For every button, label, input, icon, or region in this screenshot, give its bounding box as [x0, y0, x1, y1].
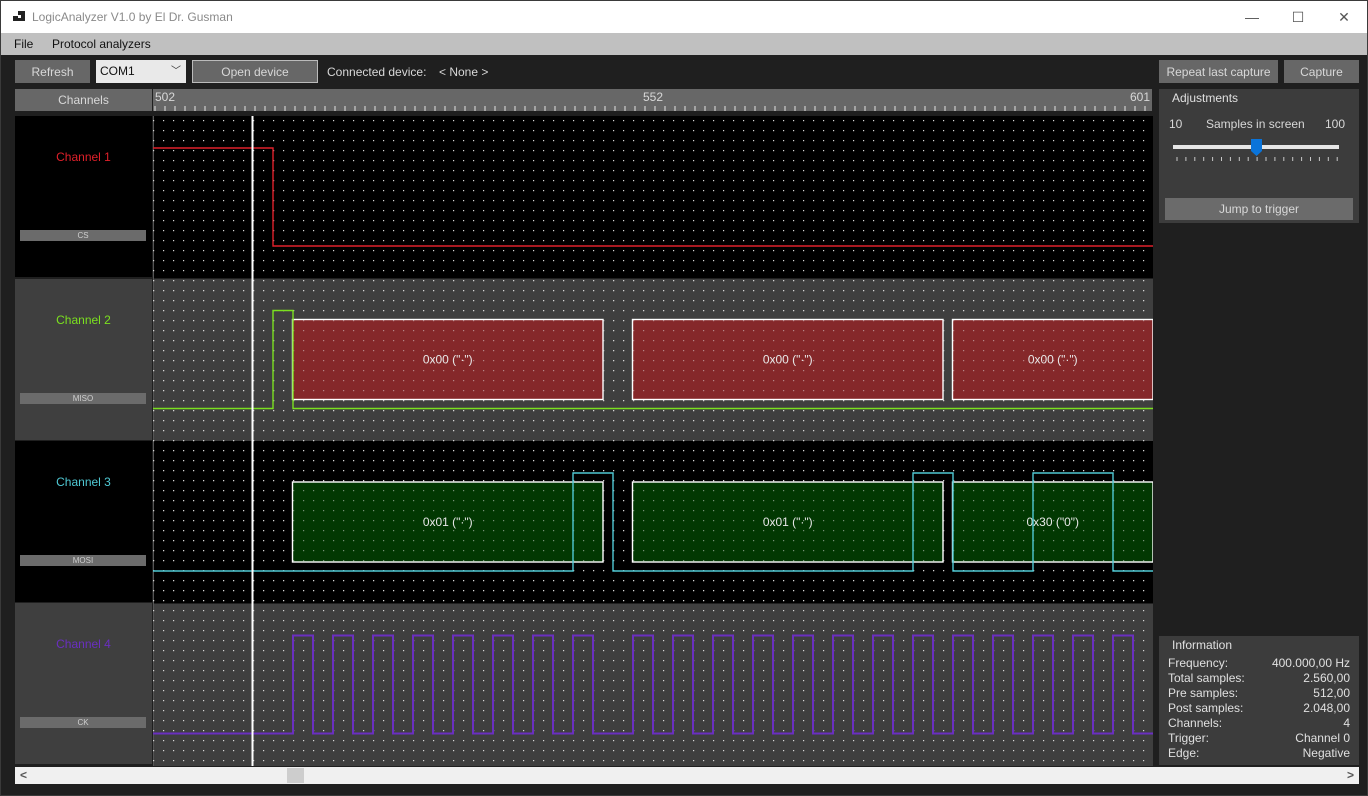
title-bar: LogicAnalyzer V1.0 by El Dr. Gusman — ☐ …	[1, 1, 1367, 33]
info-row-channels: Channels: 4	[1168, 716, 1350, 731]
info-row-edge: Edge: Negative	[1168, 746, 1350, 761]
menu-bar: File Protocol analyzers	[1, 33, 1367, 55]
window-title: LogicAnalyzer V1.0 by El Dr. Gusman	[32, 10, 233, 24]
miso-frame-label: 0x00 ("·")	[423, 353, 473, 367]
info-value: 400.000,00 Hz	[1271, 656, 1350, 670]
slider-ticks	[1176, 157, 1338, 161]
information-panel: Information Frequency: 400.000,00 Hz Tot…	[1159, 636, 1359, 765]
info-value: 4	[1343, 716, 1350, 730]
channel-tag[interactable]: MISO	[20, 393, 146, 404]
channel-label-3[interactable]: Channel 3 MOSI	[15, 441, 152, 602]
channel-tag[interactable]: MOSI	[20, 555, 146, 566]
refresh-button[interactable]: Refresh	[15, 60, 90, 83]
slider-min-label: 10	[1169, 117, 1183, 131]
info-key: Pre samples:	[1168, 686, 1239, 700]
channel-label-2[interactable]: Channel 2 MISO	[15, 279, 152, 440]
ruler-label-end: 601	[1129, 90, 1150, 104]
info-value: 2.560,00	[1303, 671, 1350, 685]
channel-name: Channel 2	[56, 313, 111, 327]
info-value: 2.048,00	[1303, 701, 1350, 715]
info-key: Edge:	[1168, 746, 1200, 760]
samples-slider-thumb[interactable]	[1250, 139, 1262, 156]
scroll-right-icon[interactable]: >	[1347, 767, 1354, 784]
horizontal-scrollbar[interactable]: < >	[15, 767, 1359, 784]
jump-to-trigger-button[interactable]: Jump to trigger	[1165, 198, 1353, 220]
minimize-icon: —	[1245, 9, 1259, 25]
mosi-frame-label: 0x30 ("0")	[1026, 515, 1079, 529]
ruler-label-start: 502	[155, 90, 176, 104]
info-row-frequency: Frequency: 400.000,00 Hz	[1168, 656, 1350, 671]
repeat-last-capture-button[interactable]: Repeat last capture	[1159, 60, 1278, 83]
info-row-pre-samples: Pre samples: 512,00	[1168, 686, 1350, 701]
waveform-canvas[interactable]: 0x00 ("·") 0x00 ("·") 0x00 ("·") 0x01 ("·")…	[153, 116, 1153, 766]
open-device-button[interactable]: Open device	[192, 60, 318, 83]
slider-max-label: 100	[1325, 117, 1346, 131]
miso-frame-label: 0x00 ("·")	[763, 353, 813, 367]
menu-protocol-analyzers[interactable]: Protocol analyzers	[52, 37, 151, 51]
scrollbar-thumb[interactable]	[287, 768, 304, 783]
info-value: Channel 0	[1295, 731, 1350, 745]
port-select-value: COM1	[100, 64, 135, 78]
info-key: Channels:	[1168, 716, 1223, 730]
chevron-down-icon: ﹀	[171, 66, 181, 77]
channels-header: Channels	[15, 89, 152, 111]
scroll-left-icon[interactable]: <	[20, 767, 27, 784]
minimize-button[interactable]: —	[1229, 1, 1275, 33]
info-row-post-samples: Post samples: 2.048,00	[1168, 701, 1350, 716]
app-icon	[13, 11, 25, 21]
info-row-trigger: Trigger: Channel 0	[1168, 731, 1350, 746]
adjustments-title: Adjustments	[1172, 91, 1239, 105]
close-button[interactable]: ✕	[1321, 1, 1367, 33]
channel-label-1[interactable]: Channel 1 CS	[15, 116, 152, 277]
info-key: Post samples:	[1168, 701, 1244, 715]
sample-ruler: 502 552 601	[153, 89, 1152, 111]
channel-tag[interactable]: CS	[20, 230, 146, 241]
adjustments-panel: Adjustments 10 Samples in screen 100 Jum…	[1159, 89, 1359, 223]
capture-button[interactable]: Capture	[1284, 60, 1359, 83]
channel-name: Channel 4	[56, 637, 111, 651]
channel-label-4[interactable]: Channel 4 CK	[15, 603, 152, 764]
ruler-ticks	[154, 106, 1146, 111]
info-value: 512,00	[1313, 686, 1350, 700]
channel-name: Channel 1	[56, 150, 111, 164]
mosi-frame-label: 0x01 ("·")	[423, 515, 473, 529]
ruler-label-mid: 552	[643, 90, 664, 104]
slider-label: Samples in screen	[1206, 117, 1305, 131]
connected-device-value: < None >	[439, 65, 489, 79]
menu-file[interactable]: File	[14, 37, 33, 51]
maximize-icon: ☐	[1291, 8, 1305, 25]
channel-tag[interactable]: CK	[20, 717, 146, 728]
connected-device-label: Connected device:	[327, 65, 427, 79]
information-title: Information	[1172, 638, 1233, 652]
mosi-frame-label: 0x01 ("·")	[763, 515, 813, 529]
maximize-button[interactable]: ☐	[1275, 1, 1321, 33]
channel-name: Channel 3	[56, 475, 111, 489]
port-select[interactable]: COM1 ﹀	[96, 60, 186, 83]
close-icon: ✕	[1338, 8, 1350, 25]
info-key: Frequency:	[1168, 656, 1229, 670]
info-key: Total samples:	[1168, 671, 1245, 685]
info-key: Trigger:	[1168, 731, 1209, 745]
miso-frame-label: 0x00 ("·")	[1028, 353, 1078, 367]
info-row-total-samples: Total samples: 2.560,00	[1168, 671, 1350, 686]
info-value: Negative	[1302, 746, 1350, 760]
app-window: LogicAnalyzer V1.0 by El Dr. Gusman — ☐ …	[0, 0, 1368, 796]
